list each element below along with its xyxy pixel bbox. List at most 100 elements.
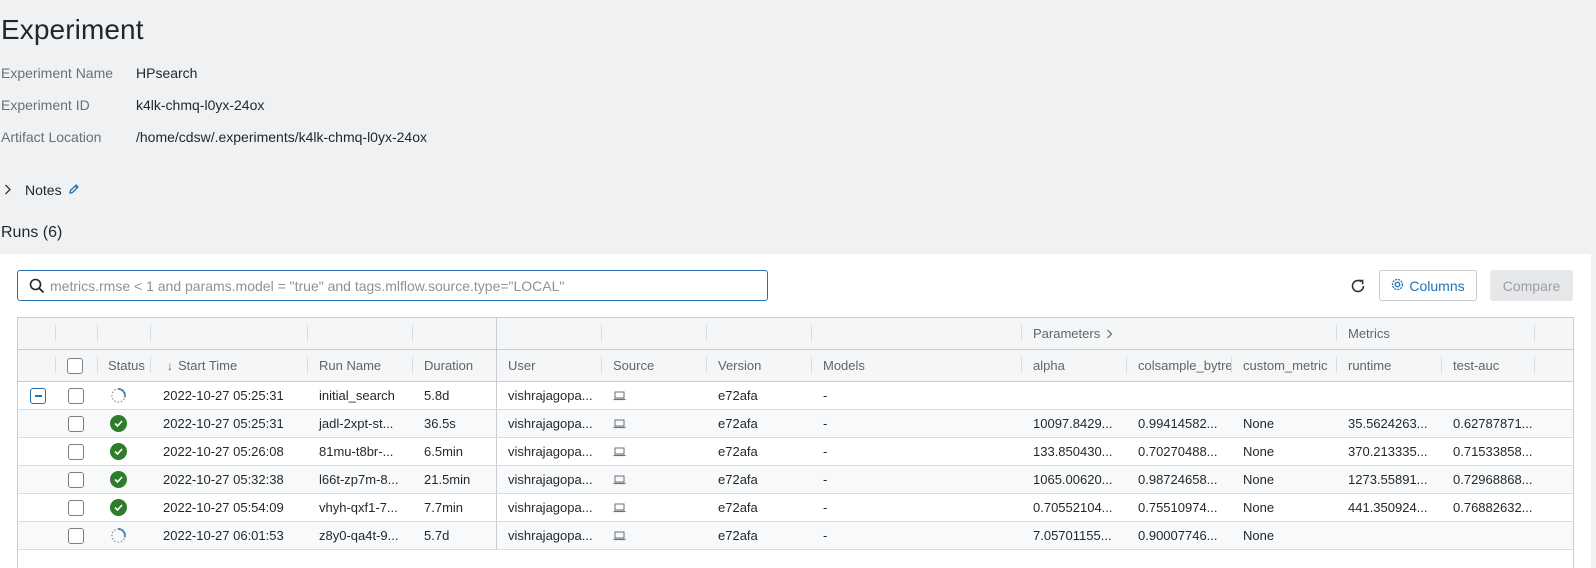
header-user[interactable]: User bbox=[497, 350, 602, 381]
table-row[interactable]: 2022-10-27 06:01:53 z8y0-qa4t-9... 5.7d … bbox=[18, 522, 1573, 550]
group-header-cell bbox=[308, 318, 413, 349]
group-header-cell bbox=[707, 318, 812, 349]
run-name[interactable]: vhyh-qxf1-7... bbox=[308, 494, 413, 521]
search-icon bbox=[28, 277, 46, 295]
row-checkbox[interactable] bbox=[68, 471, 84, 488]
header-duration[interactable]: Duration bbox=[413, 350, 497, 381]
select-cell[interactable] bbox=[56, 410, 98, 437]
chevron-right-icon bbox=[1106, 329, 1113, 339]
group-header-row: Parameters Metrics bbox=[18, 318, 1573, 350]
param-colsample bbox=[1127, 382, 1232, 409]
select-all-checkbox[interactable] bbox=[67, 357, 83, 374]
header-custom-metric[interactable]: custom_metric bbox=[1232, 350, 1337, 381]
table-row[interactable]: 2022-10-27 05:26:08 81mu-t8br-... 6.5min… bbox=[18, 438, 1573, 466]
runs-panel: Columns Compare Parameters bbox=[0, 254, 1591, 568]
search-box[interactable] bbox=[17, 270, 768, 301]
expander-cell bbox=[18, 410, 56, 437]
row-checkbox[interactable] bbox=[68, 415, 84, 432]
param-alpha: 7.05701155... bbox=[1033, 528, 1112, 543]
param-alpha: 1065.00620... bbox=[1033, 472, 1113, 487]
row-checkbox[interactable] bbox=[68, 499, 84, 516]
table-row[interactable]: 2022-10-27 05:25:31 initial_search 5.8d … bbox=[18, 382, 1573, 410]
expander-cell bbox=[18, 522, 56, 549]
duration: 7.7min bbox=[413, 494, 497, 521]
param-colsample: 0.75510974... bbox=[1138, 500, 1218, 515]
param-alpha: 0.70552104... bbox=[1033, 500, 1113, 515]
group-header-cell bbox=[56, 318, 98, 349]
group-header-cell bbox=[98, 318, 151, 349]
start-time-link[interactable]: 2022-10-27 05:25:31 bbox=[151, 382, 308, 409]
collapse-icon[interactable] bbox=[30, 387, 46, 404]
page-title: Experiment bbox=[1, 14, 144, 45]
header-version[interactable]: Version bbox=[707, 350, 812, 381]
status-success-icon bbox=[110, 499, 127, 516]
header-colsample[interactable]: colsample_bytre bbox=[1127, 350, 1232, 381]
start-time-link[interactable]: 2022-10-27 05:54:09 bbox=[151, 494, 308, 521]
select-cell[interactable] bbox=[56, 382, 98, 409]
refresh-button[interactable] bbox=[1348, 276, 1368, 296]
columns-label: Columns bbox=[1409, 277, 1465, 294]
meta-value: k4lk-chmq-l0yx-24ox bbox=[136, 97, 265, 113]
meta-label: Artifact Location bbox=[1, 129, 102, 145]
header-alpha[interactable]: alpha bbox=[1022, 350, 1127, 381]
run-name[interactable]: 81mu-t8br-... bbox=[308, 438, 413, 465]
status-running-icon bbox=[111, 387, 126, 403]
start-time-link[interactable]: 2022-10-27 05:25:31 bbox=[151, 410, 308, 437]
experiment-page: Experiment Experiment Name HPsearch Expe… bbox=[0, 0, 1596, 568]
status-cell bbox=[98, 410, 151, 437]
header-run-name[interactable]: Run Name bbox=[308, 350, 413, 381]
expander-cell bbox=[18, 494, 56, 521]
header-models[interactable]: Models bbox=[812, 350, 1022, 381]
laptop-icon bbox=[613, 531, 626, 541]
run-name[interactable]: z8y0-qa4t-9... bbox=[308, 522, 413, 549]
notes-toggle[interactable]: Notes bbox=[4, 182, 80, 198]
table-row[interactable]: 2022-10-27 05:25:31 jadl-2xpt-st... 36.5… bbox=[18, 410, 1573, 438]
select-cell[interactable] bbox=[56, 494, 98, 521]
models: - bbox=[823, 416, 828, 431]
duration: 36.5s bbox=[413, 410, 497, 437]
status-success-icon bbox=[110, 415, 127, 432]
version: e72afa bbox=[718, 416, 758, 431]
select-cell[interactable] bbox=[56, 522, 98, 549]
pencil-icon[interactable] bbox=[68, 183, 80, 198]
row-checkbox[interactable] bbox=[68, 387, 84, 404]
metric-runtime: 441.350924... bbox=[1348, 500, 1428, 515]
run-name[interactable]: initial_search bbox=[308, 382, 413, 409]
param-colsample: 0.98724658... bbox=[1138, 472, 1218, 487]
run-name[interactable]: jadl-2xpt-st... bbox=[308, 410, 413, 437]
group-header-parameters[interactable]: Parameters bbox=[1022, 318, 1337, 349]
search-input[interactable] bbox=[50, 277, 750, 294]
start-time-link[interactable]: 2022-10-27 06:01:53 bbox=[151, 522, 308, 549]
start-time-link[interactable]: 2022-10-27 05:26:08 bbox=[151, 438, 308, 465]
expander-cell[interactable] bbox=[18, 382, 56, 409]
columns-button[interactable]: Columns bbox=[1379, 270, 1477, 301]
header-select-all[interactable] bbox=[56, 350, 98, 381]
header-source[interactable]: Source bbox=[602, 350, 707, 381]
header-test-auc[interactable]: test-auc bbox=[1442, 350, 1535, 381]
run-name[interactable]: l66t-zp7m-8... bbox=[308, 466, 413, 493]
param-colsample: 0.70270488... bbox=[1138, 444, 1218, 459]
select-cell[interactable] bbox=[56, 438, 98, 465]
meta-experiment-name: Experiment Name HPsearch bbox=[1, 65, 197, 81]
select-cell[interactable] bbox=[56, 466, 98, 493]
user: vishrajagopa... bbox=[508, 388, 593, 403]
chevron-right-icon bbox=[4, 183, 18, 198]
runs-table: Parameters Metrics Status ↓ Start Time R… bbox=[17, 317, 1574, 568]
table-row[interactable]: 2022-10-27 05:54:09 vhyh-qxf1-7... 7.7mi… bbox=[18, 494, 1573, 522]
metric-test-auc: 0.62787871... bbox=[1453, 416, 1533, 431]
models: - bbox=[823, 444, 828, 459]
table-row[interactable]: 2022-10-27 05:32:38 l66t-zp7m-8... 21.5m… bbox=[18, 466, 1573, 494]
compare-button[interactable]: Compare bbox=[1490, 270, 1573, 301]
gear-icon bbox=[1391, 278, 1404, 294]
row-checkbox[interactable] bbox=[68, 527, 84, 544]
start-time-link[interactable]: 2022-10-27 05:32:38 bbox=[151, 466, 308, 493]
meta-label: Experiment ID bbox=[1, 97, 90, 113]
laptop-icon bbox=[613, 447, 626, 457]
header-start-time[interactable]: ↓ Start Time bbox=[151, 350, 308, 381]
header-runtime[interactable]: runtime bbox=[1337, 350, 1442, 381]
param-alpha: 10097.8429... bbox=[1033, 416, 1113, 431]
table-body: 2022-10-27 05:25:31 initial_search 5.8d … bbox=[18, 382, 1573, 550]
header-status[interactable]: Status bbox=[98, 350, 151, 381]
sort-desc-icon: ↓ bbox=[167, 358, 173, 373]
row-checkbox[interactable] bbox=[68, 443, 84, 460]
